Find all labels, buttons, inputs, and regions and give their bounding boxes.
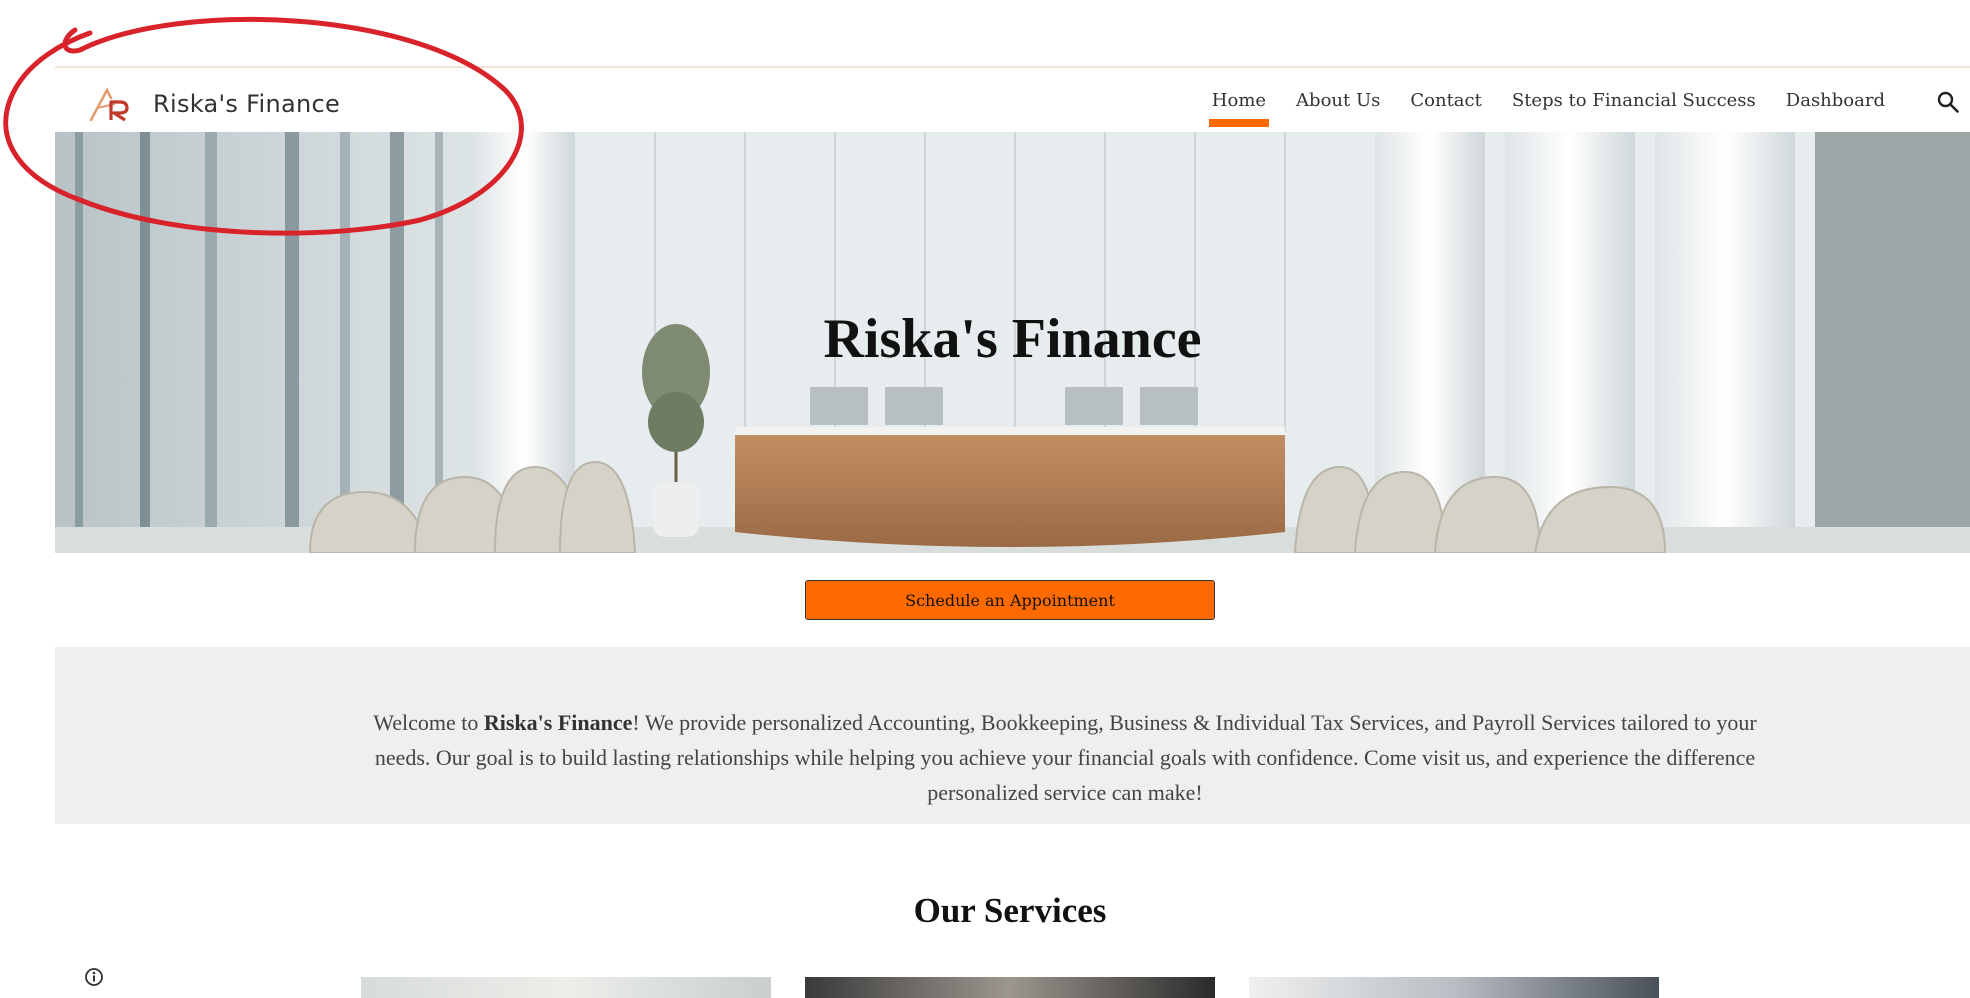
welcome-brand: Riska's Finance xyxy=(483,710,633,735)
site-header: Riska's Finance Home About Us Contact St… xyxy=(55,66,1970,134)
search-icon[interactable] xyxy=(1936,90,1960,114)
hero-banner: Riska's Finance xyxy=(55,132,1970,553)
logo-icon xyxy=(89,87,129,122)
brand-name: Riska's Finance xyxy=(153,90,341,118)
service-card-image[interactable] xyxy=(361,977,771,998)
nav-home[interactable]: Home xyxy=(1208,90,1270,127)
hero-title: Riska's Finance xyxy=(823,308,1202,370)
welcome-section: Welcome to Riska's Finance! We provide p… xyxy=(55,647,1970,824)
schedule-appointment-button[interactable]: Schedule an Appointment xyxy=(805,580,1215,620)
welcome-prefix: Welcome to xyxy=(373,710,484,735)
service-card-image[interactable] xyxy=(805,977,1215,998)
brand[interactable]: Riska's Finance xyxy=(87,84,340,124)
services-heading: Our Services xyxy=(913,891,1107,931)
nav-dashboard[interactable]: Dashboard xyxy=(1786,90,1885,111)
nav-steps-to-financial-success[interactable]: Steps to Financial Success xyxy=(1512,90,1756,111)
nav-contact[interactable]: Contact xyxy=(1410,90,1481,111)
nav-about-us[interactable]: About Us xyxy=(1296,90,1380,111)
welcome-text: Welcome to Riska's Finance! We provide p… xyxy=(355,705,1775,810)
service-card-image[interactable] xyxy=(1249,977,1659,998)
main-nav: Home About Us Contact Steps to Financial… xyxy=(1208,90,1885,127)
info-icon[interactable] xyxy=(84,967,104,987)
